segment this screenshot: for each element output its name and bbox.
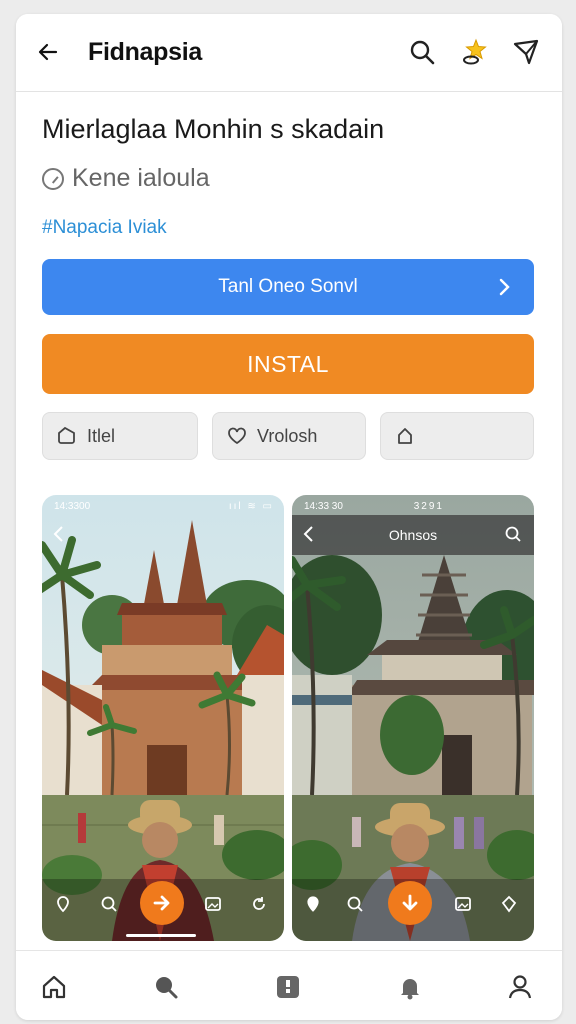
profile-icon[interactable] [506,973,534,1001]
page-title: Fidnapsia [88,38,202,66]
temple-photo-misty [292,495,534,941]
status-indicators: 3291 [413,501,444,512]
arrow-down-icon [402,894,418,911]
status-indicators: ııl ≋ ▭ [228,501,274,512]
app-name: Mierlaglaa Monhin s skadain [42,114,385,144]
install-button[interactable]: INSTAL [42,334,534,394]
screenshot-preview-1[interactable]: 14:3300 ııl ≋ ▭ [42,495,284,941]
tag-icon [58,426,75,444]
search-icon[interactable] [408,38,436,66]
back-chevron-icon [303,526,313,542]
developer-line[interactable]: Kene ialoula [42,164,210,193]
chevron-right-icon [499,278,510,296]
home-indicator [126,934,196,937]
location-pin-icon [57,896,69,913]
chip-wishlist[interactable]: Vrolosh [212,412,366,460]
chip-share[interactable] [380,412,534,460]
screen-header: Ohnsos [292,515,534,555]
developer-name: Kene ialoula [72,164,210,192]
primary-action-button[interactable]: Tanl Oneo Sonvl [42,259,534,315]
install-label: INSTAL [247,350,329,377]
download-fab[interactable] [388,881,432,925]
app-frame: Fidnapsia Mierlaglaa Monhin s skadain Ke… [16,14,562,1020]
trophy-star-icon[interactable] [460,38,488,66]
status-time: 14:33 30 [304,501,343,512]
screen-header-title: Ohnsos [388,527,438,543]
send-icon[interactable] [512,38,540,66]
verified-check-icon [42,167,64,190]
status-time: 14:3300 [54,501,91,512]
screenshot-preview-2[interactable]: 14:33 30 3291 Ohnsos [292,495,534,941]
image-icon [205,897,221,911]
search-icon [347,896,363,912]
primary-action-label: Tanl Oneo Sonvl [218,276,358,297]
top-app-bar: Fidnapsia [16,14,562,92]
share-icon [501,895,517,913]
chip-tag[interactable]: Itlel [42,412,198,460]
image-icon [455,897,471,911]
next-fab[interactable] [140,881,184,925]
back-arrow-icon[interactable] [36,40,60,64]
search-icon[interactable] [152,973,180,1001]
arrow-right-icon [153,895,170,911]
chip-tag-label: Itlel [87,425,116,446]
bottom-navigation [16,950,562,1020]
apps-icon[interactable] [274,973,302,1001]
search-icon [101,896,117,912]
heart-icon [228,427,246,445]
app-hashtag[interactable]: #Napacia Iviak [42,217,167,239]
temple-photo [42,495,284,941]
search-icon [505,526,521,542]
location-pin-icon [307,896,319,912]
notifications-icon[interactable] [396,973,424,1001]
back-chevron-icon [53,526,63,542]
refresh-icon [253,897,265,910]
share-icon [398,428,412,444]
home-icon[interactable] [40,973,68,1001]
chip-wishlist-label: Vrolosh [257,425,318,446]
